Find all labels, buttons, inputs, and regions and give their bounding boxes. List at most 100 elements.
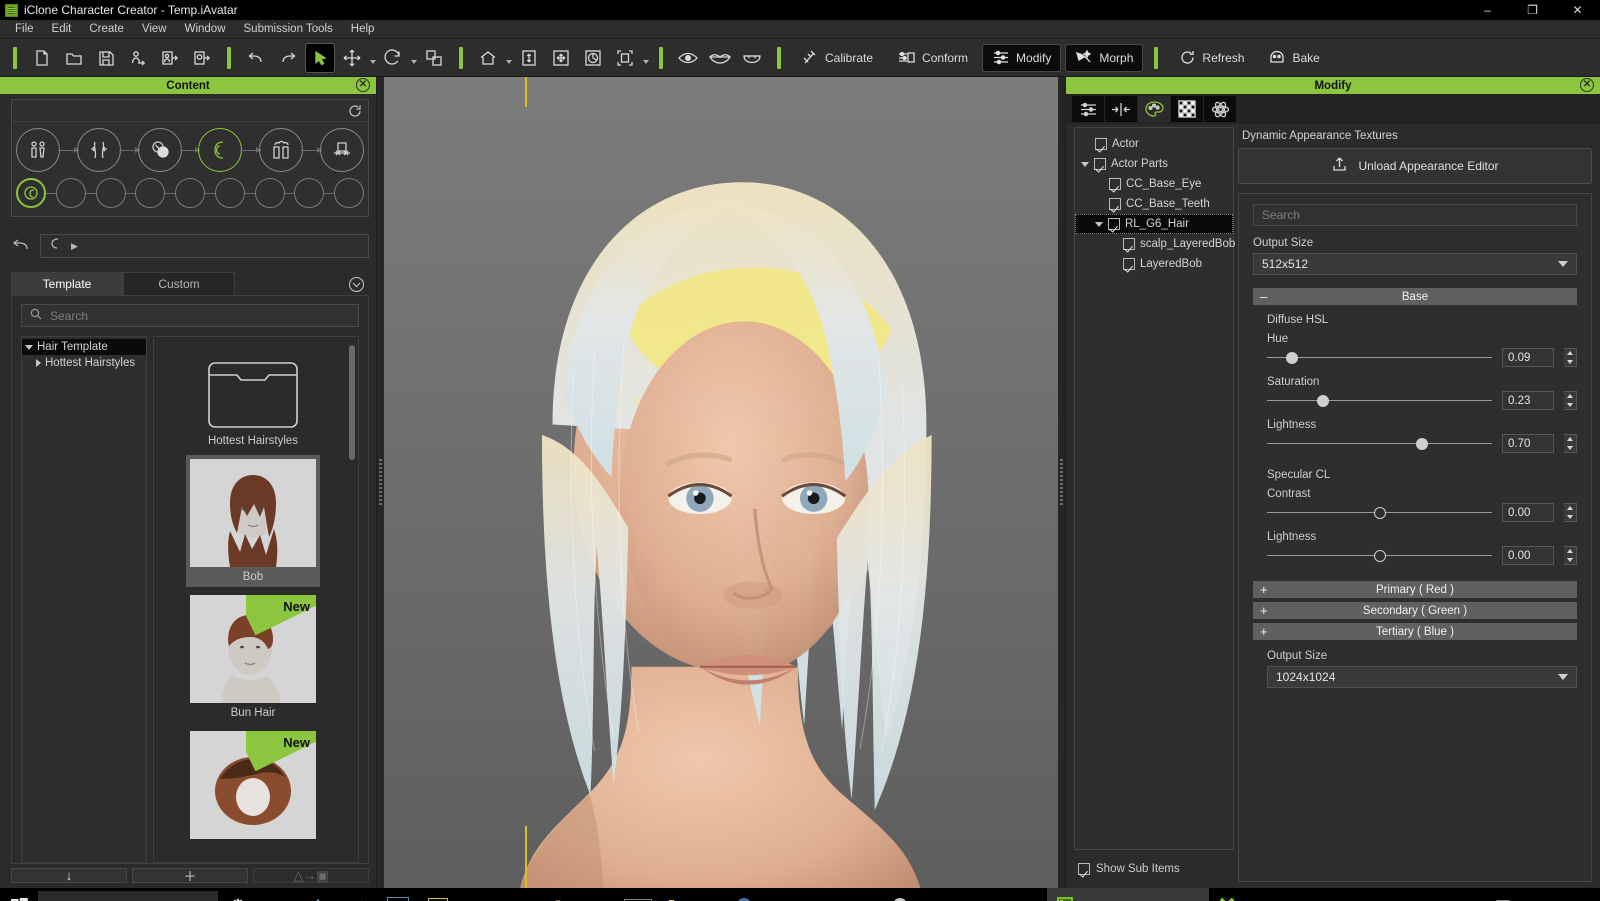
add-button[interactable]: ＋ xyxy=(132,868,248,883)
sub-5[interactable] xyxy=(175,178,205,208)
hair-sub-selected[interactable] xyxy=(16,178,46,208)
tab-template[interactable]: Template xyxy=(11,272,123,295)
sub-8[interactable] xyxy=(294,178,324,208)
show-hidden-icons[interactable]: ∧ xyxy=(1468,888,1487,901)
frame-object-caret[interactable] xyxy=(641,44,650,72)
calibrate-button[interactable]: Calibrate xyxy=(793,45,882,71)
tab-fit[interactable] xyxy=(1105,96,1137,122)
left-splitter[interactable] xyxy=(377,77,384,888)
checkbox[interactable] xyxy=(1108,218,1120,230)
teeth-view-icon[interactable] xyxy=(738,44,766,72)
export-settings-icon[interactable] xyxy=(188,44,216,72)
task-tempavatar-iavatar[interactable]: TempAvatar.iAvata... xyxy=(1209,888,1365,901)
menu-file[interactable]: File xyxy=(6,21,43,37)
home-view-caret[interactable] xyxy=(504,44,513,72)
download-button[interactable]: ↓ xyxy=(11,868,127,883)
tree-node-hottest-hairstyles[interactable]: Hottest Hairstyles xyxy=(22,355,146,371)
eye-view-icon[interactable] xyxy=(674,44,702,72)
user-label[interactable]: NOB xyxy=(1552,888,1588,901)
sub-7[interactable] xyxy=(255,178,285,208)
menu-create[interactable]: Create xyxy=(80,21,133,37)
taskbar-search[interactable]: Search Windows xyxy=(38,891,218,901)
task-3d-coat[interactable]: 3D-COAT 4.7.06(DX... xyxy=(882,888,1047,901)
saturation-stepper[interactable] xyxy=(1564,391,1577,410)
unload-appearance-editor-button[interactable]: Unload Appearance Editor xyxy=(1238,148,1592,184)
slider-knob[interactable] xyxy=(1286,352,1298,364)
settings-icon[interactable]: ⚙ xyxy=(218,888,258,901)
accordion-primary-red[interactable]: + Primary ( Red ) xyxy=(1253,581,1577,598)
content-search-bar[interactable] xyxy=(21,304,359,327)
modify-button[interactable]: Modify xyxy=(983,45,1060,71)
refresh-content-icon[interactable] xyxy=(348,104,362,118)
checkbox[interactable] xyxy=(1109,178,1121,190)
tree-row-rl-g6-hair[interactable]: RL_G6_Hair xyxy=(1075,214,1233,234)
saturation-slider[interactable] xyxy=(1267,395,1492,407)
hair-category[interactable] xyxy=(198,128,242,172)
output-size-top-select[interactable]: 512x512 xyxy=(1253,253,1577,275)
task-iclone-character-creator[interactable]: iClone Character Cr... xyxy=(1047,888,1208,901)
accordion-secondary-green[interactable]: + Secondary ( Green ) xyxy=(1253,602,1577,619)
right-splitter[interactable] xyxy=(1058,77,1065,888)
epic-games-icon[interactable]: EPIC xyxy=(618,888,658,901)
bake-button[interactable]: Bake xyxy=(1259,45,1328,71)
show-sub-items-row[interactable]: Show Sub Items xyxy=(1074,856,1234,882)
tree-row-actor[interactable]: Actor xyxy=(1075,134,1233,154)
slider-knob[interactable] xyxy=(1416,438,1428,450)
expand-panel-icon[interactable] xyxy=(348,276,365,293)
saturation-value[interactable]: 0.23 xyxy=(1502,391,1554,410)
checkbox[interactable] xyxy=(1123,238,1135,250)
tree-row-scalp-layeredbob[interactable]: scalp_LayeredBob xyxy=(1075,234,1233,254)
windows-start-icon[interactable] xyxy=(0,888,38,901)
slider-knob[interactable] xyxy=(1374,507,1386,519)
open-project-icon[interactable] xyxy=(60,44,88,72)
accessory-category[interactable] xyxy=(320,128,364,172)
hue-value[interactable]: 0.09 xyxy=(1502,348,1554,367)
minimize-button[interactable]: – xyxy=(1465,0,1510,20)
body-category[interactable] xyxy=(16,128,60,172)
checkbox[interactable] xyxy=(1109,198,1121,210)
list-item[interactable]: New xyxy=(186,727,320,841)
home-view-icon[interactable] xyxy=(474,44,502,72)
hue-stepper[interactable] xyxy=(1564,348,1577,367)
hue-slider[interactable] xyxy=(1267,352,1492,364)
substance-painter-icon[interactable]: ◉ xyxy=(458,888,498,901)
steam-icon[interactable]: ✔ xyxy=(338,888,378,901)
checkbox[interactable] xyxy=(1123,258,1135,270)
pan-view-icon[interactable] xyxy=(547,44,575,72)
lightness-stepper[interactable] xyxy=(1564,434,1577,453)
maximize-button[interactable]: ❐ xyxy=(1510,0,1555,20)
specular-lightness-value[interactable]: 0.00 xyxy=(1502,546,1554,565)
load-avatar-icon[interactable] xyxy=(124,44,152,72)
tree-row-layeredbob[interactable]: LayeredBob xyxy=(1075,254,1233,274)
tree-node-hair-template[interactable]: Hair Template xyxy=(22,339,146,355)
menu-help[interactable]: Help xyxy=(342,21,384,37)
export-avatar-icon[interactable] xyxy=(156,44,184,72)
lightness-slider[interactable] xyxy=(1267,438,1492,450)
3d-viewport[interactable] xyxy=(384,77,1058,888)
tree-row-actor-parts[interactable]: Actor Parts xyxy=(1075,154,1233,174)
thumbnail-scrollbar[interactable] xyxy=(349,345,355,460)
undo-icon[interactable] xyxy=(242,44,270,72)
sub-6[interactable] xyxy=(215,178,245,208)
contrast-stepper[interactable] xyxy=(1564,503,1577,522)
base-section-header[interactable]: – Base xyxy=(1253,288,1577,305)
frame-object-icon[interactable] xyxy=(611,44,639,72)
mouth-view-icon[interactable] xyxy=(706,44,734,72)
sub-4[interactable] xyxy=(135,178,165,208)
tree-row-cc-base-teeth[interactable]: CC_Base_Teeth xyxy=(1075,194,1233,214)
refresh-button[interactable]: Refresh xyxy=(1170,45,1253,71)
move-tool-icon[interactable] xyxy=(338,44,366,72)
skin-category[interactable] xyxy=(138,128,182,172)
marmoset-icon[interactable]: M xyxy=(418,888,458,901)
sub-3[interactable] xyxy=(96,178,126,208)
checkbox[interactable] xyxy=(1094,158,1106,170)
contrast-slider[interactable] xyxy=(1267,507,1492,519)
tree-row-cc-base-eye[interactable]: CC_Base_Eye xyxy=(1075,174,1233,194)
cloth-category[interactable] xyxy=(259,128,303,172)
tab-physics[interactable] xyxy=(1204,96,1236,122)
content-search-input[interactable] xyxy=(50,309,350,323)
fit-height-icon[interactable] xyxy=(515,44,543,72)
photoshop-icon[interactable]: Ps xyxy=(378,888,418,901)
sub-2[interactable] xyxy=(56,178,86,208)
tab-material[interactable] xyxy=(1171,96,1203,122)
